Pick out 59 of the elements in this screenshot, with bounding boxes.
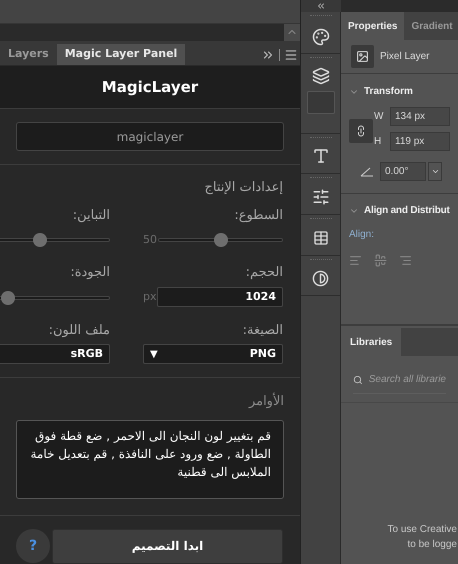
control-label: الحجم: — [244, 264, 283, 282]
angle-icon — [360, 166, 374, 176]
section-title: إعدادات الإنتاج — [204, 179, 283, 198]
slider[interactable] — [0, 290, 110, 305]
format-dropdown[interactable]: sRGB — [0, 344, 110, 364]
control-label: الجودة: — [69, 264, 110, 282]
panel-tab[interactable]: Libraries — [341, 328, 402, 356]
height-field[interactable]: 119 px — [390, 132, 450, 151]
section-title: الأوامر — [248, 392, 284, 412]
control-label: السطوع: — [233, 206, 283, 225]
control-label: التباين: — [72, 206, 110, 225]
slider-value: 50 — [143, 232, 157, 248]
panel-tab[interactable]: Layers — [0, 44, 57, 66]
login-message: To use Creative — [388, 523, 457, 537]
scroll-up-button[interactable] — [284, 24, 300, 41]
slider-thumb[interactable] — [214, 233, 228, 248]
slider-thumb[interactable] — [0, 290, 15, 305]
start-design-button[interactable]: ابدا التصميم — [52, 528, 283, 564]
search-icon — [353, 374, 363, 386]
control-label: الصيغة: — [242, 322, 283, 340]
layer-type: Pixel Layer — [380, 50, 430, 64]
section-title: Align and Distribut — [364, 204, 450, 218]
link-icon — [355, 125, 367, 137]
align-left-icon[interactable] — [349, 254, 362, 267]
panel-tab[interactable]: Gradient — [404, 12, 458, 40]
field-label: W — [374, 110, 384, 124]
sliders-icon[interactable] — [312, 188, 330, 206]
size-field[interactable]: 1024 — [156, 286, 283, 307]
menu-icon[interactable] — [284, 48, 298, 62]
control-label: ملف اللون: — [48, 322, 110, 340]
field-label: H — [374, 135, 382, 149]
align-right-icon[interactable] — [399, 254, 412, 267]
angle-field[interactable]: 0.00° — [380, 162, 426, 181]
help-button[interactable]: ? — [16, 529, 50, 564]
name-field[interactable]: magiclayer — [16, 122, 284, 152]
format-dropdown[interactable]: ▼ PNG — [143, 344, 283, 364]
login-message: to be logge — [408, 538, 457, 552]
dropdown-icon[interactable] — [430, 167, 440, 176]
section-title: Transform — [364, 85, 413, 99]
link-button[interactable] — [349, 119, 373, 143]
commands-field[interactable]: قم بتغيير لون النجان الى الاحمر , ضع قطة فوق الطاولة , ضع ورود على النافذة , قم بتعديل خامة الملابس الى قطنية — [16, 420, 284, 499]
unit-label: px — [143, 288, 156, 305]
collapse-icon[interactable] — [316, 1, 326, 11]
contrast-icon[interactable] — [312, 270, 329, 287]
palette-icon[interactable] — [312, 28, 330, 46]
slider[interactable] — [0, 233, 110, 248]
layers-icon[interactable] — [312, 67, 330, 85]
align-label: Align: — [349, 228, 376, 242]
panel-tab[interactable]: Properties — [341, 12, 404, 40]
panel-tab[interactable]: Magic Layer Panel — [56, 44, 186, 66]
slider[interactable] — [158, 233, 283, 248]
text-icon[interactable] — [312, 147, 330, 165]
swatch-icon[interactable] — [306, 91, 334, 114]
align-center-icon[interactable] — [374, 254, 387, 267]
image-icon — [356, 50, 369, 63]
slider-thumb[interactable] — [33, 233, 47, 248]
panel-title: MagicLayer — [102, 77, 198, 98]
width-field[interactable]: 134 px — [390, 107, 450, 126]
table-icon[interactable] — [312, 230, 328, 246]
